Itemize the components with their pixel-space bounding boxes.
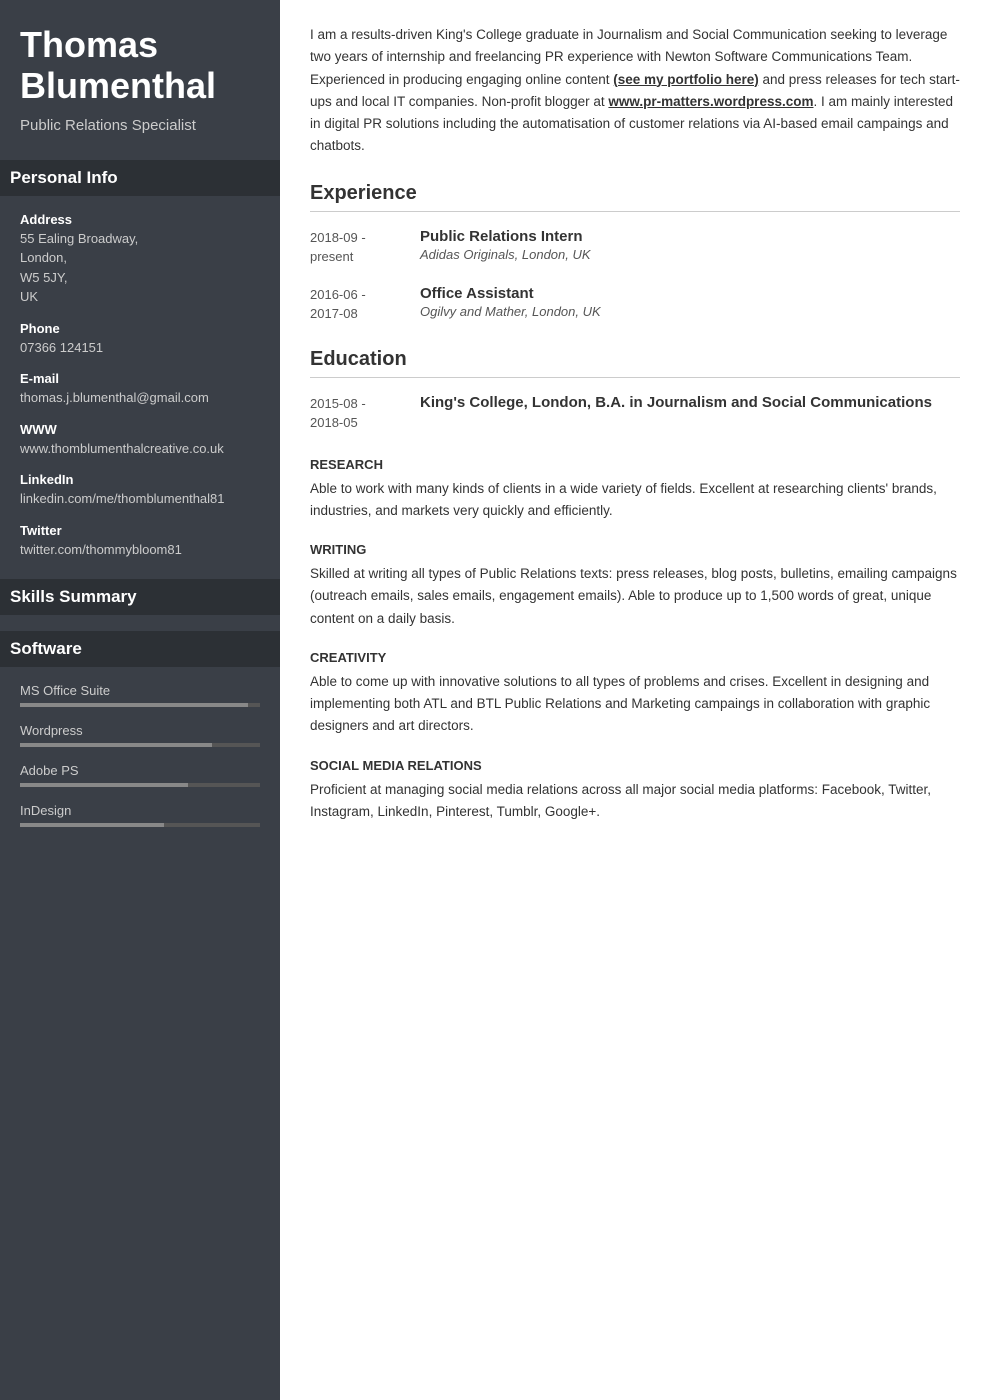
edu-detail: King's College, London, B.A. in Journali… [420, 394, 932, 433]
address-item: Address 55 Ealing Broadway,London,W5 5JY… [20, 212, 260, 307]
education-list: 2015-08 -2018-05 King's College, London,… [310, 394, 960, 433]
sidebar: Thomas Blumenthal Public Relations Speci… [0, 0, 280, 1400]
skills-area: RESEARCH Able to work with many kinds of… [310, 457, 960, 824]
skills-list: MS Office Suite Wordpress Adobe PS InDes… [20, 683, 260, 827]
skill-item: InDesign [20, 803, 260, 827]
experience-list: 2018-09 -present Public Relations Intern… [310, 228, 960, 324]
skill-bar-bg [20, 823, 260, 827]
skill-bar-fill [20, 743, 212, 747]
education-header: Education [310, 348, 960, 378]
skill-block-title: WRITING [310, 542, 960, 557]
blog-link[interactable]: www.pr-matters.wordpress.com [608, 94, 813, 109]
candidate-name: Thomas Blumenthal [20, 24, 260, 107]
phone-label: Phone [20, 321, 260, 336]
skill-block: RESEARCH Able to work with many kinds of… [310, 457, 960, 523]
phone-value: 07366 124151 [20, 338, 260, 358]
summary-paragraph: I am a results-driven King's College gra… [310, 24, 960, 158]
portfolio-link[interactable]: (see my portfolio here) [613, 72, 759, 87]
experience-header: Experience [310, 182, 960, 212]
exp-date: 2018-09 -present [310, 228, 420, 267]
skills-summary-header: Skills Summary [0, 579, 280, 615]
www-value: www.thomblumenthalcreative.co.uk [20, 439, 260, 459]
exp-detail: Office Assistant Ogilvy and Mather, Lond… [420, 285, 601, 324]
linkedin-item: LinkedIn linkedin.com/me/thomblumenthal8… [20, 472, 260, 509]
exp-title: Public Relations Intern [420, 228, 591, 245]
email-value: thomas.j.blumenthal@gmail.com [20, 388, 260, 408]
skill-item: MS Office Suite [20, 683, 260, 707]
skill-name: InDesign [20, 803, 260, 818]
linkedin-value: linkedin.com/me/thomblumenthal81 [20, 489, 260, 509]
education-row: 2015-08 -2018-05 King's College, London,… [310, 394, 960, 433]
skill-bar-bg [20, 783, 260, 787]
exp-org: Adidas Originals, London, UK [420, 247, 591, 262]
www-label: WWW [20, 422, 260, 437]
skill-item: Wordpress [20, 723, 260, 747]
twitter-label: Twitter [20, 523, 260, 538]
skill-block-title: CREATIVITY [310, 650, 960, 665]
edu-date: 2015-08 -2018-05 [310, 394, 420, 433]
education-section: Education 2015-08 -2018-05 King's Colleg… [310, 348, 960, 433]
email-label: E-mail [20, 371, 260, 386]
skill-name: Adobe PS [20, 763, 260, 778]
phone-item: Phone 07366 124151 [20, 321, 260, 358]
experience-section: Experience 2018-09 -present Public Relat… [310, 182, 960, 324]
software-header: Software [0, 631, 280, 667]
skill-block-title: SOCIAL MEDIA RELATIONS [310, 758, 960, 773]
email-item: E-mail thomas.j.blumenthal@gmail.com [20, 371, 260, 408]
main-content: I am a results-driven King's College gra… [280, 0, 990, 1400]
twitter-item: Twitter twitter.com/thommybloom81 [20, 523, 260, 560]
skill-block-desc: Able to work with many kinds of clients … [310, 478, 960, 523]
skill-name: Wordpress [20, 723, 260, 738]
skill-block: CREATIVITY Able to come up with innovati… [310, 650, 960, 738]
exp-date: 2016-06 -2017-08 [310, 285, 420, 324]
exp-org: Ogilvy and Mather, London, UK [420, 304, 601, 319]
skill-bar-bg [20, 703, 260, 707]
linkedin-label: LinkedIn [20, 472, 260, 487]
address-value: 55 Ealing Broadway,London,W5 5JY,UK [20, 229, 260, 307]
address-label: Address [20, 212, 260, 227]
experience-row: 2016-06 -2017-08 Office Assistant Ogilvy… [310, 285, 960, 324]
skill-item: Adobe PS [20, 763, 260, 787]
candidate-title: Public Relations Specialist [20, 115, 260, 136]
exp-title: Office Assistant [420, 285, 601, 302]
skill-bar-fill [20, 823, 164, 827]
skill-bar-fill [20, 703, 248, 707]
exp-detail: Public Relations Intern Adidas Originals… [420, 228, 591, 267]
skill-block-title: RESEARCH [310, 457, 960, 472]
skill-block-desc: Able to come up with innovative solution… [310, 671, 960, 738]
skill-bar-fill [20, 783, 188, 787]
www-item: WWW www.thomblumenthalcreative.co.uk [20, 422, 260, 459]
skill-block: SOCIAL MEDIA RELATIONS Proficient at man… [310, 758, 960, 824]
skill-block-desc: Skilled at writing all types of Public R… [310, 563, 960, 630]
skill-block: WRITING Skilled at writing all types of … [310, 542, 960, 630]
skill-block-desc: Proficient at managing social media rela… [310, 779, 960, 824]
personal-info-header: Personal Info [0, 160, 280, 196]
twitter-value: twitter.com/thommybloom81 [20, 540, 260, 560]
skill-name: MS Office Suite [20, 683, 260, 698]
edu-title: King's College, London, B.A. in Journali… [420, 394, 932, 411]
skill-bar-bg [20, 743, 260, 747]
experience-row: 2018-09 -present Public Relations Intern… [310, 228, 960, 267]
